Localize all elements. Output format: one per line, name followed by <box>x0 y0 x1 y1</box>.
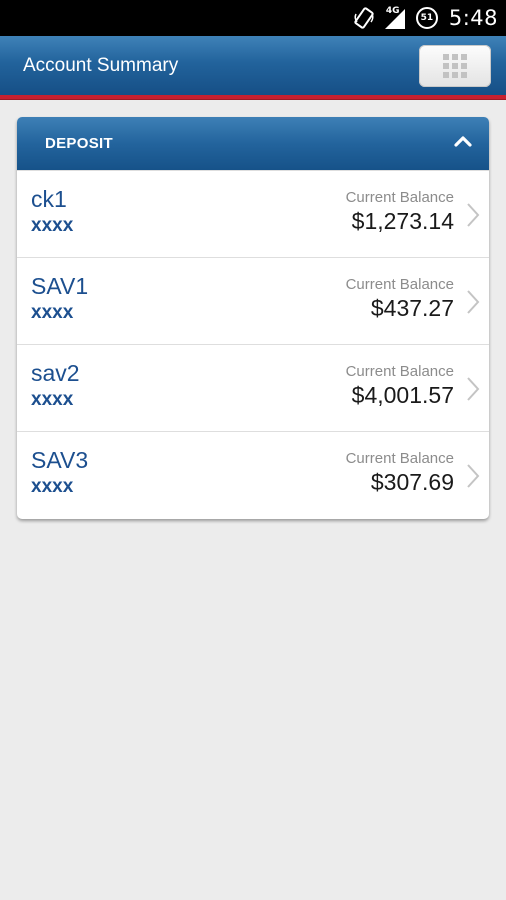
account-number: xxxx <box>31 476 74 497</box>
balance-amount: $1,273.14 <box>351 208 454 234</box>
balance-label: Current Balance <box>345 450 454 467</box>
chevron-up-icon <box>454 136 472 147</box>
chevron-right-icon <box>467 377 480 401</box>
account-row-sav3[interactable]: SAV3 xxxx Current Balance $307.69 <box>17 431 489 518</box>
deposit-card: DEPOSIT ck1 xxxx Current Balance $1,273.… <box>17 117 489 519</box>
battery-level: 51 <box>420 13 434 23</box>
balance-label: Current Balance <box>345 189 454 206</box>
header-divider <box>0 95 506 100</box>
action-bar: Account Summary <box>0 36 506 95</box>
balance-label: Current Balance <box>345 276 454 293</box>
account-number: xxxx <box>31 302 74 323</box>
grid-menu-icon <box>443 54 467 78</box>
account-name: SAV3 <box>31 447 89 473</box>
menu-button[interactable] <box>419 45 491 87</box>
account-row-sav1[interactable]: SAV1 xxxx Current Balance $437.27 <box>17 257 489 344</box>
account-number: xxxx <box>31 389 74 410</box>
account-name: sav2 <box>31 360 80 386</box>
balance-amount: $4,001.57 <box>351 382 454 408</box>
clock: 5:48 <box>448 6 498 30</box>
balance-amount: $307.69 <box>370 469 454 495</box>
status-icons: 4G 51 5:48 <box>353 0 498 36</box>
network-type-label: 4G <box>385 6 400 16</box>
battery-icon: 51 <box>415 6 439 30</box>
account-row-sav2[interactable]: sav2 xxxx Current Balance $4,001.57 <box>17 344 489 431</box>
chevron-right-icon <box>467 290 480 314</box>
account-name: ck1 <box>31 186 67 212</box>
page-title: Account Summary <box>23 55 179 76</box>
account-row-ck1[interactable]: ck1 xxxx Current Balance $1,273.14 <box>17 170 489 257</box>
status-bar: 4G 51 5:48 <box>0 0 506 36</box>
account-name: SAV1 <box>31 273 89 299</box>
section-title: DEPOSIT <box>45 135 113 152</box>
chevron-right-icon <box>467 464 480 488</box>
balance-label: Current Balance <box>345 363 454 380</box>
account-number: xxxx <box>31 215 74 236</box>
deposit-header[interactable]: DEPOSIT <box>17 117 489 170</box>
signal-icon: 4G <box>384 6 405 29</box>
chevron-right-icon <box>467 203 480 227</box>
balance-amount: $437.27 <box>370 295 454 321</box>
screen-rotate-icon <box>353 6 375 30</box>
